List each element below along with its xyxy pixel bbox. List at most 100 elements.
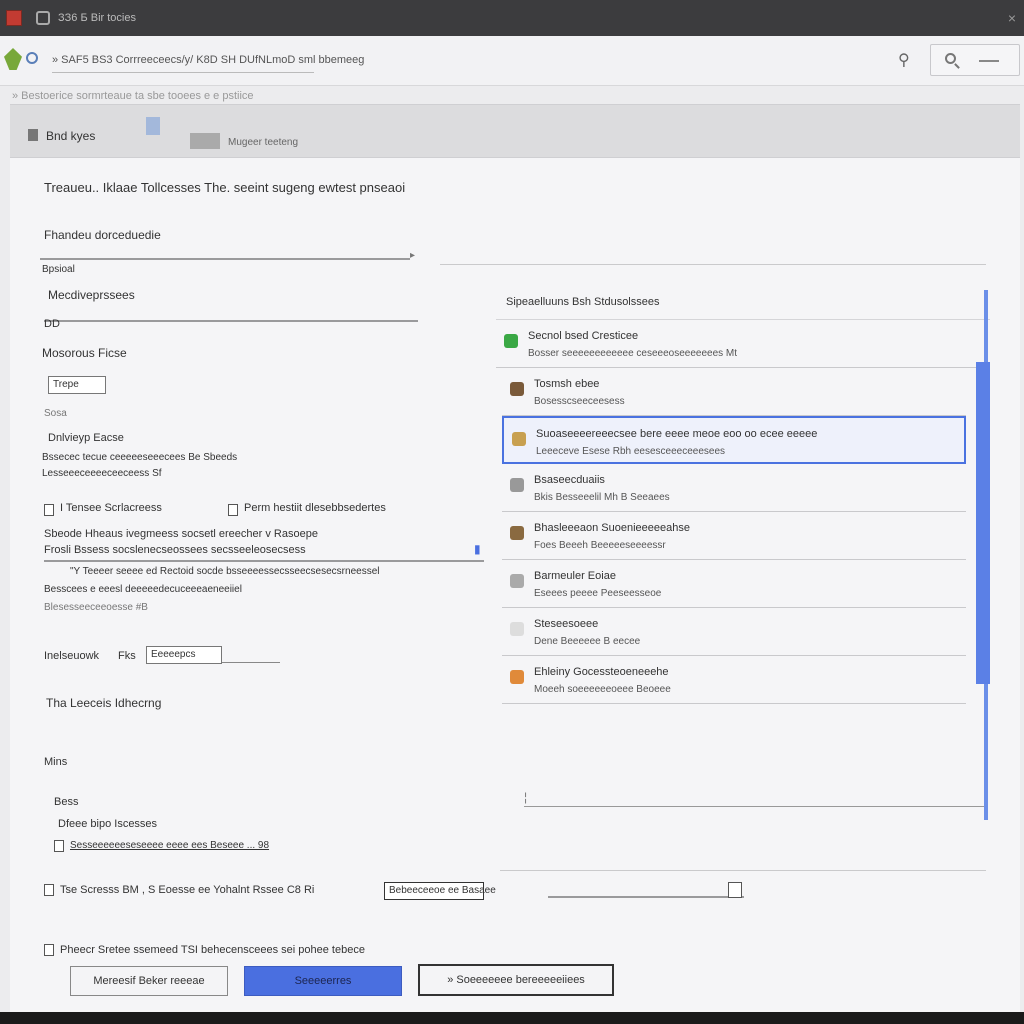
divider [440, 264, 986, 265]
agree-label: Pheecr Sretee ssemeed TSI behecensceees … [60, 944, 365, 956]
cancel-button[interactable]: Mereesif Beker reeeae [70, 966, 228, 996]
delivery-note-2: Lesseeeceeeeceeceess Sf [42, 468, 162, 479]
item-icon [510, 622, 524, 636]
tab-thumbnail[interactable] [190, 133, 220, 149]
bess-label: Bess [54, 796, 79, 808]
close-icon[interactable]: × [1008, 10, 1016, 26]
list-item[interactable]: Secnol bsed Cresticee Bosser seeeeeeeeeee… [496, 320, 990, 368]
title-bar: ЗЗ6 Б Bir tocies × [0, 0, 1024, 36]
item-subtitle: Bkis Besseeelil Mh B Seeaees [534, 492, 670, 503]
leaf-logo-icon [4, 48, 22, 70]
item-icon [510, 478, 524, 492]
minus-icon [979, 60, 999, 62]
option-checkbox[interactable] [54, 840, 64, 852]
rate-label: Inelseuowk [44, 650, 100, 662]
primary-button[interactable]: Seeeeerres [244, 966, 402, 996]
description-line-5: Blesesseeceeoesse #B [44, 602, 148, 613]
item-title: Barmeuler Eoiae [534, 570, 616, 582]
type-input[interactable]: Trepe [48, 376, 106, 394]
item-subtitle: Foes Beeeh Beeeeeseeeessr [534, 540, 666, 551]
secondary-button[interactable]: » Soeeeeeee bereeeeeiiees [418, 964, 614, 996]
address-path[interactable]: » SAF5 BS3 Corrreeceecs/y/ K8D SH DUfNLm… [52, 54, 364, 73]
item-icon [510, 574, 524, 588]
list-item[interactable]: Bhasleeeaon Suoenieeeeeahse Foes Beeeh Be… [502, 512, 966, 560]
item-icon [510, 670, 524, 684]
description-line-3: "Y Teeeer seeee ed Rectoid socde bsseeee… [70, 566, 380, 577]
tab-icon [28, 129, 38, 141]
item-icon [512, 432, 526, 446]
option-value: Sesseeeeeeseseeee eeee ees Beseee ... 98 [70, 840, 270, 851]
option-b-checkbox[interactable] [228, 504, 238, 516]
rate-select[interactable]: Eeeeepcs [146, 646, 222, 664]
window-title: ЗЗ6 Б Bir tocies [58, 12, 136, 24]
item-subtitle: Eseees peeee Peeseesseoe [534, 588, 662, 599]
item-subtitle: Bosesscseeceesess [534, 396, 625, 407]
list-item[interactable]: Steseesoeee Dene Beeeeee B eecee [502, 608, 966, 656]
search-button[interactable] [930, 44, 1020, 76]
description-line-1: Sbeode Hheaus ivegmeess socsetl ereecher… [44, 528, 318, 540]
tab-mugeer-teeteng[interactable]: Mugeer teeteng [228, 137, 298, 148]
footer-input[interactable]: Bebeeceeoe ee Basaee [384, 882, 496, 900]
item-title: Secnol bsed Cresticee [528, 330, 639, 342]
list-item[interactable]: Tosmsh ebee Bosesscseeceesess [502, 368, 966, 416]
item-title: Bhasleeeaon Suoenieeeeeahse [534, 522, 690, 534]
field2-slider[interactable] [44, 320, 418, 322]
list-scrollbar[interactable] [976, 290, 990, 820]
footer-divider [500, 870, 986, 871]
option-b-label: Perm hestiit dlesebbsedertes [244, 502, 386, 514]
item-title: Ehleiny Gocessteoeneeehe [534, 666, 669, 678]
tab-strip: Bnd kyes Mugeer teeteng [10, 104, 1020, 158]
tab-bnd-kyes[interactable]: Bnd kyes [46, 129, 95, 143]
item-icon [510, 382, 524, 396]
list-item[interactable]: Barmeuler Eoiae Eseees peeee Peeseesseoe [502, 560, 966, 608]
item-subtitle: Bosser seeeeeeeeeeee ceseeeoseeeeeees Mt [528, 348, 738, 359]
section-2-heading: Tha Leeceis Idhecrng [46, 696, 162, 710]
item-title: Suoaseeeereeecsee bere eeee meoe eoo oo … [536, 428, 818, 440]
rate-underline [222, 662, 280, 663]
app-icon [6, 10, 22, 26]
globe-icon[interactable] [26, 52, 38, 64]
search-icon [945, 53, 956, 64]
list-item[interactable]: Bsaseecduaiis Bkis Besseeelil Mh B Seeaee… [502, 464, 966, 512]
footer-slider[interactable] [548, 896, 744, 898]
slider-arrow-icon[interactable]: ▸ [410, 250, 415, 261]
misc-label: Mins [44, 756, 68, 768]
list-header-label: Sipeaelluuns Bsh Stdusolssees [506, 296, 660, 308]
pin-icon[interactable]: ⚲ [898, 50, 910, 70]
form-heading: Treaueu.. Iklaae Tollcesses The. seeint … [44, 180, 406, 195]
list-bottom-divider [524, 806, 984, 807]
footer-slider-end[interactable] [728, 882, 742, 898]
option-a-checkbox[interactable] [44, 504, 54, 516]
field1-slider[interactable] [40, 258, 410, 260]
delivery-label: Dnlvieyp Eacse [48, 432, 124, 444]
list-footer-marker: ¦ [524, 790, 528, 804]
document-icon [36, 11, 50, 25]
cursor-icon [146, 117, 160, 135]
subtitle-bar: » Bestoerice sormrteaue ta sbe tooees e … [12, 90, 254, 102]
footer-row-label: Tse Scresss BM , S Eoesse ee Yohalnt Rss… [60, 884, 315, 896]
item-subtitle: Leeeceve Esese Rbh eesesceeeceeesees [536, 446, 726, 457]
list-item[interactable]: Suoaseeeereeecsee bere eeee meoe eoo oo … [502, 416, 966, 464]
app-window: ЗЗ6 Б Bir tocies × » SAF5 BS3 Corrreecee… [0, 0, 1024, 1012]
footer-row-checkbox[interactable] [44, 884, 54, 896]
item-subtitle: Moeeh soeeeeeeoeee Beoeee [534, 684, 671, 695]
description-line-2: Frosli Bssess socslenecseossees secsseel… [44, 544, 306, 556]
item-title: Bsaseecduaiis [534, 474, 605, 486]
small-label: Sosa [44, 408, 67, 419]
description-divider [44, 560, 484, 562]
option-label: Dfeee bipo Iscesses [58, 818, 158, 830]
field2-label: Mecdiveprssees [48, 288, 135, 302]
right-list-panel: Sipeaelluuns Bsh Stdusolssees Secnol bse… [496, 290, 1008, 810]
option-a-label: I Tensee Scrlacreess [60, 502, 162, 514]
item-icon [504, 334, 518, 348]
item-title: Tosmsh ebee [534, 378, 600, 390]
field2-value: DD [44, 318, 60, 330]
list-item[interactable]: Ehleiny Gocessteoeneeehe Moeeh soeeeeeeoe… [502, 656, 966, 704]
scrollbar-thumb[interactable] [976, 362, 990, 684]
section-label: Mosorous Ficse [42, 346, 127, 360]
agree-checkbox[interactable] [44, 944, 54, 956]
toolbar: » SAF5 BS3 Corrreeceecs/y/ K8D SH DUfNLm… [0, 36, 1024, 86]
delivery-note: Bssecec tecue ceeeeeseeecees Be Sbeeds [42, 452, 238, 463]
list-header: Sipeaelluuns Bsh Stdusolssees [496, 290, 990, 320]
rate-value: Fks [118, 650, 136, 662]
